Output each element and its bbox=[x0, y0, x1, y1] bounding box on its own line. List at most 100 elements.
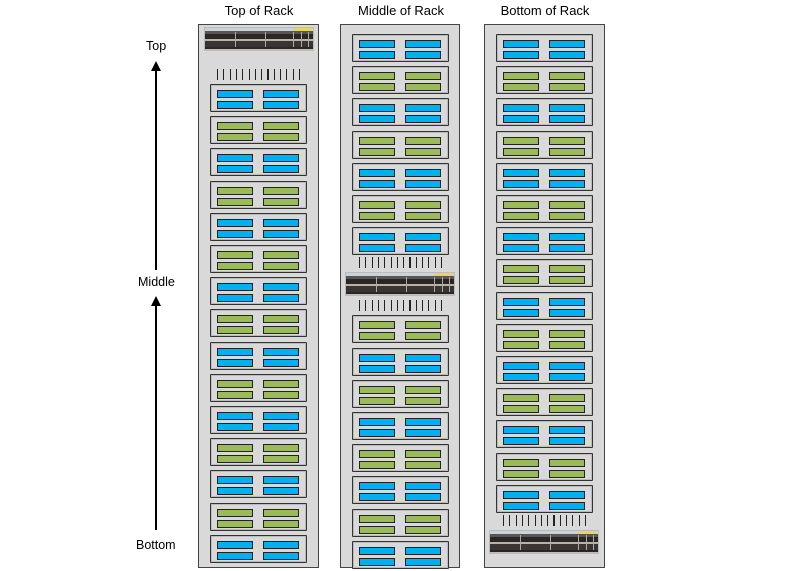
arrow-shaft bbox=[155, 305, 157, 530]
server-blue bbox=[210, 406, 307, 434]
drive-bay-blue bbox=[359, 51, 395, 59]
drive-bay-blue bbox=[263, 101, 299, 109]
server-green bbox=[496, 452, 593, 481]
switch-port-divider bbox=[449, 277, 450, 293]
drive-bay-green bbox=[549, 276, 585, 285]
drive-bay-blue bbox=[405, 482, 441, 491]
server-green bbox=[496, 195, 593, 223]
drive-bay-green bbox=[263, 122, 299, 131]
arrow-shaft bbox=[155, 70, 157, 270]
drive-bay-green bbox=[263, 315, 299, 324]
drive-bay-blue bbox=[549, 51, 585, 59]
drive-bay-green bbox=[359, 72, 395, 81]
drive-bay-green bbox=[359, 514, 395, 523]
drive-bay-blue bbox=[549, 233, 585, 242]
server-blue bbox=[352, 227, 449, 256]
server-blue bbox=[352, 162, 449, 191]
drive-bay-blue bbox=[503, 308, 539, 317]
drive-bay-blue bbox=[405, 364, 441, 373]
drive-bay-blue bbox=[359, 353, 395, 362]
drive-bay-blue bbox=[503, 437, 539, 446]
switch-port-divider bbox=[235, 32, 236, 47]
switch-status-leds bbox=[293, 28, 311, 31]
drive-bay-green bbox=[217, 455, 253, 464]
switch-port-divider bbox=[301, 32, 302, 47]
drive-bay-green bbox=[263, 444, 299, 453]
drive-bay-green bbox=[263, 251, 299, 259]
drive-bay-blue bbox=[217, 165, 253, 174]
drive-bay-blue bbox=[503, 104, 539, 113]
network-switch bbox=[204, 27, 314, 51]
drive-bay-blue bbox=[263, 476, 299, 485]
drive-bay-green bbox=[405, 201, 441, 209]
drive-bay-blue bbox=[359, 179, 395, 188]
drive-bay-blue bbox=[405, 244, 441, 253]
drive-bay-green bbox=[217, 251, 253, 259]
switch-status-leds bbox=[434, 273, 452, 277]
drive-bay-green bbox=[503, 72, 539, 81]
drive-bay-green bbox=[405, 525, 441, 534]
drive-bay-blue bbox=[359, 557, 395, 566]
server-blue bbox=[352, 347, 449, 376]
drive-bay-blue bbox=[549, 168, 585, 177]
drive-bay-green bbox=[549, 201, 585, 209]
drive-bay-green bbox=[549, 329, 585, 338]
drive-bay-blue bbox=[217, 423, 253, 431]
drive-bay-blue bbox=[503, 297, 539, 306]
drive-bay-blue bbox=[359, 364, 395, 373]
server-green bbox=[210, 116, 307, 145]
drive-bay-blue bbox=[359, 482, 395, 491]
drive-bay-green bbox=[503, 405, 539, 414]
drive-bay-green bbox=[405, 321, 441, 330]
drive-bay-green bbox=[217, 197, 253, 206]
drive-bay-blue bbox=[405, 557, 441, 566]
drive-bay-green bbox=[549, 405, 585, 414]
server-blue bbox=[352, 98, 449, 127]
drive-bay-blue bbox=[549, 373, 585, 381]
drive-bay-blue bbox=[405, 115, 441, 124]
drive-bay-blue bbox=[217, 412, 253, 420]
drive-bay-blue bbox=[263, 229, 299, 238]
drive-bay-blue bbox=[217, 218, 253, 227]
server-green bbox=[352, 315, 449, 344]
server-green bbox=[352, 66, 449, 95]
drive-bay-blue bbox=[503, 362, 539, 370]
server-green bbox=[496, 130, 593, 159]
switch-port-divider bbox=[442, 277, 443, 293]
drive-bay-blue bbox=[217, 90, 253, 98]
drive-bay-blue bbox=[217, 294, 253, 303]
drive-bay-blue bbox=[405, 546, 441, 555]
drive-bay-green bbox=[359, 147, 395, 156]
drive-bay-blue bbox=[217, 154, 253, 163]
drive-bay-blue bbox=[217, 347, 253, 356]
drive-bay-green bbox=[217, 186, 253, 195]
drive-bay-blue bbox=[549, 297, 585, 306]
server-blue bbox=[210, 470, 307, 499]
drive-bay-green bbox=[503, 136, 539, 145]
drive-bay-blue bbox=[263, 358, 299, 367]
switch-port-divider bbox=[406, 277, 407, 293]
axis-label-top: Top bbox=[146, 39, 167, 53]
server-blue bbox=[210, 534, 307, 563]
drive-bay-green bbox=[405, 83, 441, 92]
drive-bay-green bbox=[217, 519, 253, 528]
server-blue bbox=[496, 98, 593, 127]
drive-bay-green bbox=[359, 201, 395, 209]
server-blue bbox=[352, 540, 449, 569]
drive-bay-blue bbox=[503, 490, 539, 499]
drive-bay-green bbox=[405, 385, 441, 394]
drive-bay-blue bbox=[263, 90, 299, 98]
drive-bay-blue bbox=[503, 40, 539, 48]
server-green bbox=[210, 502, 307, 531]
server-green bbox=[352, 444, 449, 473]
network-cables bbox=[359, 300, 445, 312]
axis-label-bottom: Bottom bbox=[136, 538, 176, 552]
network-switch bbox=[489, 530, 599, 554]
drive-bay-green bbox=[359, 321, 395, 330]
drive-bay-blue bbox=[503, 244, 539, 253]
drive-bay-blue bbox=[263, 165, 299, 174]
server-blue bbox=[496, 420, 593, 449]
drive-bay-green bbox=[263, 262, 299, 270]
drive-bay-green bbox=[217, 122, 253, 131]
drive-bay-blue bbox=[359, 244, 395, 253]
